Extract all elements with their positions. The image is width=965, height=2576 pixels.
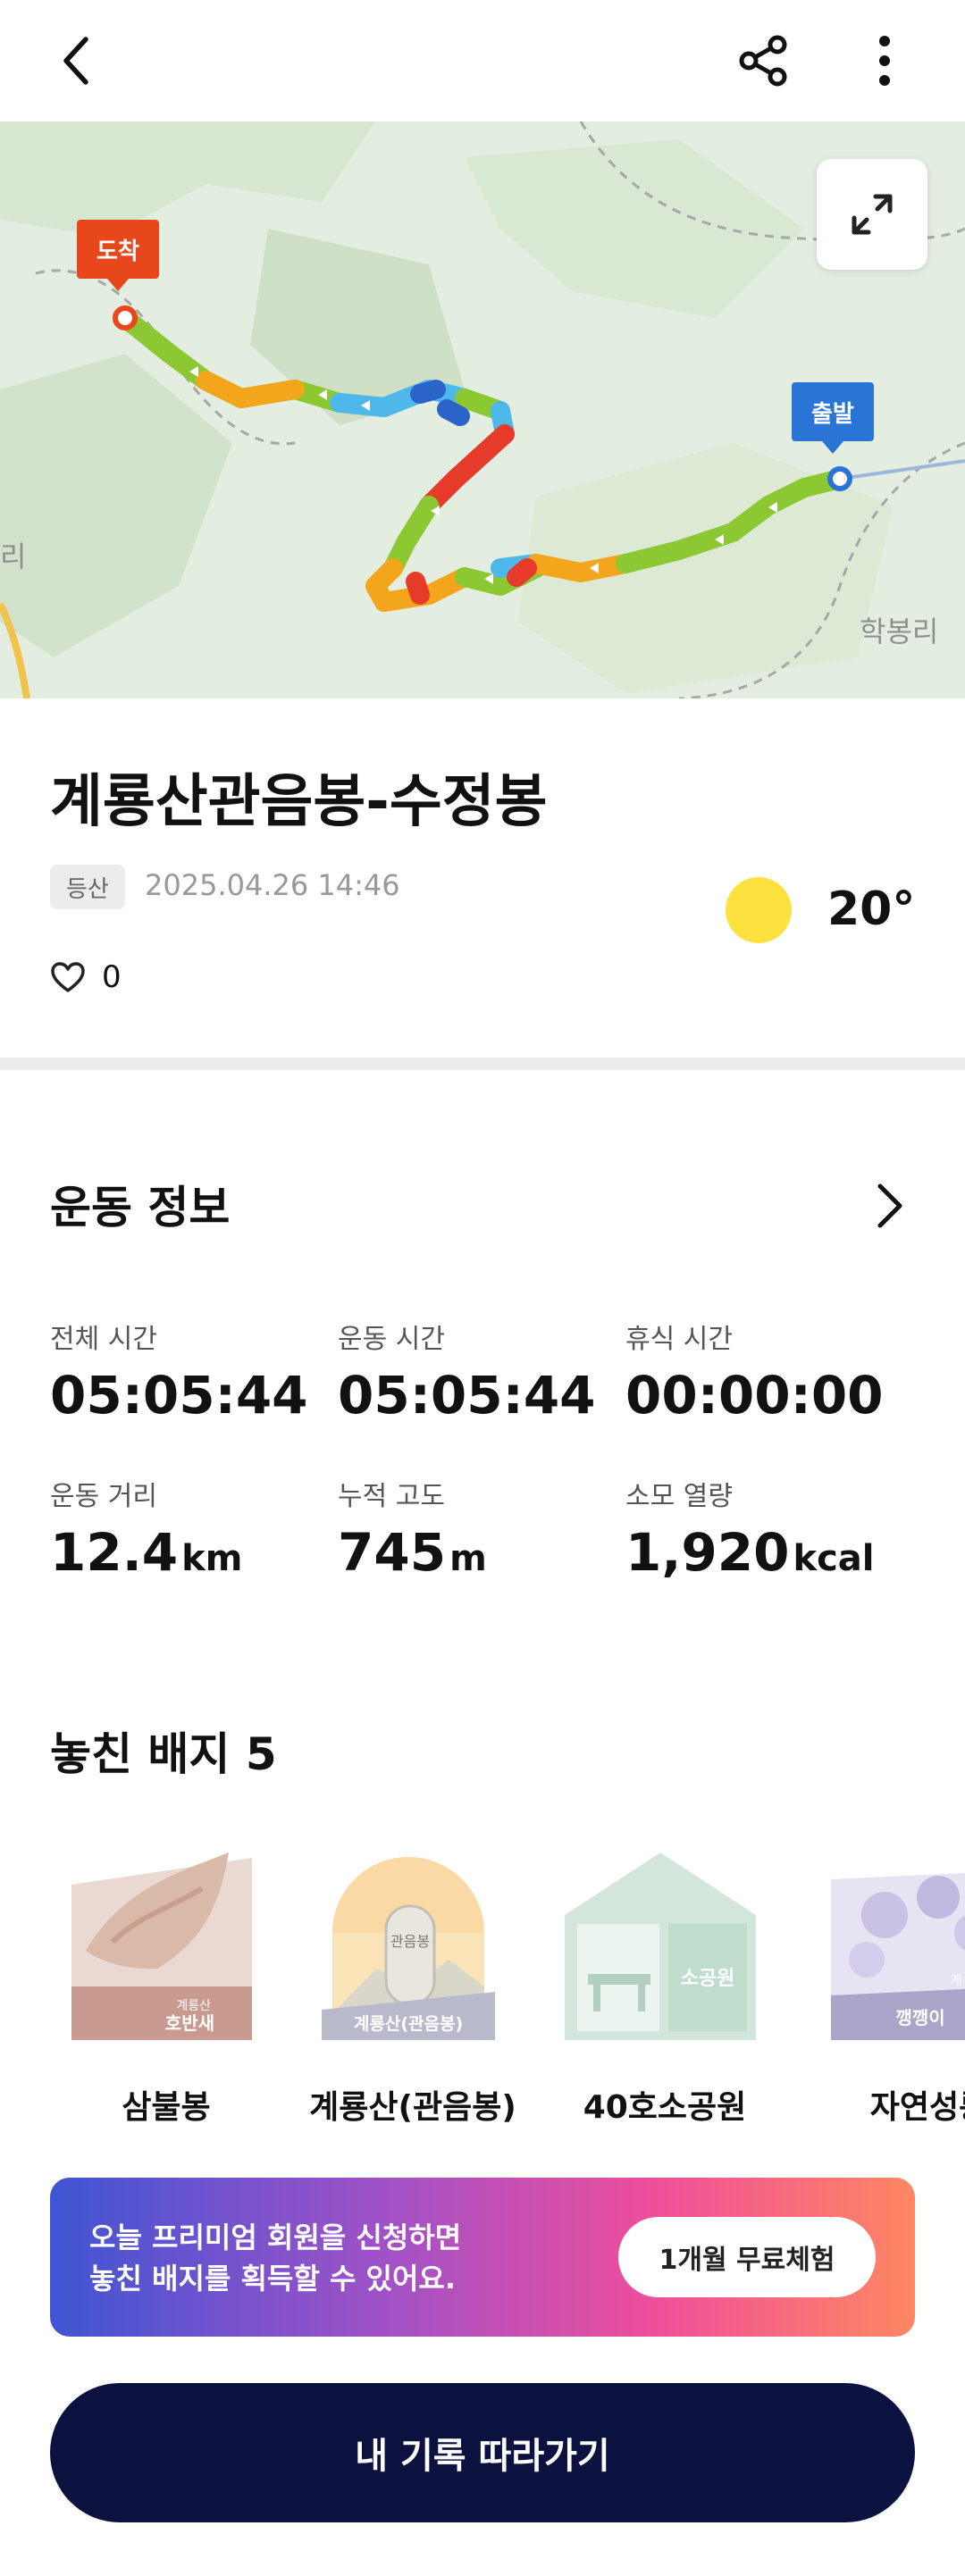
follow-my-record-button[interactable]: 내 기록 따라가기 bbox=[50, 2383, 915, 2522]
expand-map-button[interactable] bbox=[817, 159, 927, 270]
exercise-info-detail-button[interactable] bbox=[863, 1172, 917, 1240]
stat-value: 12.4 km bbox=[50, 1522, 243, 1583]
like-button[interactable]: 0 bbox=[50, 959, 122, 995]
promo-text: 오늘 프리미엄 회원을 신청하면 놓친 배지를 획득할 수 있어요. bbox=[89, 2221, 462, 2296]
stat-total-time: 전체 시간 05:05:44 bbox=[50, 1317, 318, 1426]
badge-item[interactable]: 계 깽깽이 자연성릉 bbox=[813, 1835, 965, 2128]
stat-value: 05:05:44 bbox=[338, 1365, 596, 1426]
stat-elevation: 누적 고도 745 m bbox=[338, 1474, 606, 1583]
stat-calories: 소모 열량 1,920 kcal bbox=[625, 1474, 894, 1583]
section-divider bbox=[0, 1058, 965, 1070]
top-app-bar bbox=[0, 0, 965, 121]
svg-text:깽깽이: 깽깽이 bbox=[895, 2007, 944, 2028]
badge-name: 삼불봉 bbox=[122, 2089, 211, 2126]
svg-text:소공원: 소공원 bbox=[681, 1968, 735, 1990]
svg-text:관음봉: 관음봉 bbox=[390, 1933, 430, 1950]
sun-icon bbox=[726, 877, 792, 943]
badge-image: 관음봉 계룡산(관음봉) bbox=[297, 1835, 520, 2049]
svg-text:호반새: 호반새 bbox=[165, 2012, 214, 2034]
share-button[interactable] bbox=[727, 25, 799, 96]
more-options-button[interactable] bbox=[849, 25, 920, 96]
temperature: 20° bbox=[827, 882, 916, 936]
badge-item[interactable]: 소공원 40호소공원 bbox=[549, 1835, 781, 2128]
arrive-flag: 도착 bbox=[77, 220, 159, 291]
route-map[interactable]: 도착 출발 학봉리 리 bbox=[0, 121, 965, 698]
chevron-left-icon bbox=[63, 37, 88, 85]
start-flag: 출발 bbox=[792, 382, 874, 454]
share-icon bbox=[739, 35, 787, 87]
exercise-info-title: 운동 정보 bbox=[50, 1182, 231, 1234]
free-trial-button[interactable]: 1개월 무료체험 bbox=[618, 2217, 876, 2297]
stat-value: 05:05:44 bbox=[50, 1365, 308, 1426]
badge-carousel[interactable]: 계룡산 호반새 삼불봉 관음봉 계룡산(관음봉) 계룡산(관음봉) 소공원 40… bbox=[0, 1835, 965, 2138]
stat-rest-time: 휴식 시간 00:00:00 bbox=[625, 1317, 894, 1426]
badge-item[interactable]: 관음봉 계룡산(관음봉) 계룡산(관음봉) bbox=[297, 1835, 529, 2128]
badge-name: 40호소공원 bbox=[583, 2089, 747, 2126]
activity-datetime: 2025.04.26 14:46 bbox=[145, 868, 400, 902]
stat-label: 운동 시간 bbox=[338, 1324, 445, 1355]
missed-badges-title: 놓친 배지 5 bbox=[50, 1728, 277, 1780]
svg-text:계룡산(관음봉): 계룡산(관음봉) bbox=[354, 2014, 463, 2034]
badge-image: 계 깽깽이 bbox=[813, 1835, 965, 2049]
arrive-marker bbox=[113, 305, 138, 330]
stat-label: 소모 열량 bbox=[625, 1481, 733, 1512]
start-marker bbox=[827, 466, 852, 491]
stat-distance: 운동 거리 12.4 km bbox=[50, 1474, 318, 1583]
stat-value: 745 m bbox=[338, 1522, 487, 1583]
stat-value: 1,920 kcal bbox=[625, 1522, 875, 1583]
activity-title: 계룡산관음봉-수정봉 bbox=[50, 769, 548, 835]
heart-outline-icon bbox=[51, 962, 85, 992]
chevron-right-icon bbox=[877, 1183, 902, 1228]
premium-promo-banner[interactable]: 오늘 프리미엄 회원을 신청하면 놓친 배지를 획득할 수 있어요. 1개월 무… bbox=[50, 2178, 915, 2337]
more-vertical-icon bbox=[879, 36, 890, 86]
badge-image: 계룡산 호반새 bbox=[50, 1835, 273, 2049]
badge-image: 소공원 bbox=[549, 1835, 772, 2049]
activity-type-tag: 등산 bbox=[50, 865, 125, 909]
badge-name: 자연성릉 bbox=[869, 2089, 965, 2126]
stat-label: 휴식 시간 bbox=[625, 1324, 733, 1355]
map-place-label: 학봉리 bbox=[860, 615, 939, 648]
badge-name: 계룡산(관음봉) bbox=[309, 2089, 516, 2126]
stat-value: 00:00:00 bbox=[625, 1365, 884, 1426]
svg-text:계룡산: 계룡산 bbox=[176, 1999, 211, 2013]
like-count: 0 bbox=[102, 959, 122, 995]
map-place-label: 리 bbox=[0, 539, 27, 573]
stat-label: 누적 고도 bbox=[338, 1481, 445, 1512]
svg-text:계: 계 bbox=[951, 1974, 962, 1988]
badge-item[interactable]: 계룡산 호반새 삼불봉 bbox=[50, 1835, 282, 2128]
expand-icon bbox=[852, 194, 893, 235]
stat-exercise-time: 운동 시간 05:05:44 bbox=[338, 1317, 606, 1426]
back-button[interactable] bbox=[41, 25, 113, 96]
stat-label: 운동 거리 bbox=[50, 1481, 157, 1512]
stat-label: 전체 시간 bbox=[50, 1324, 157, 1355]
